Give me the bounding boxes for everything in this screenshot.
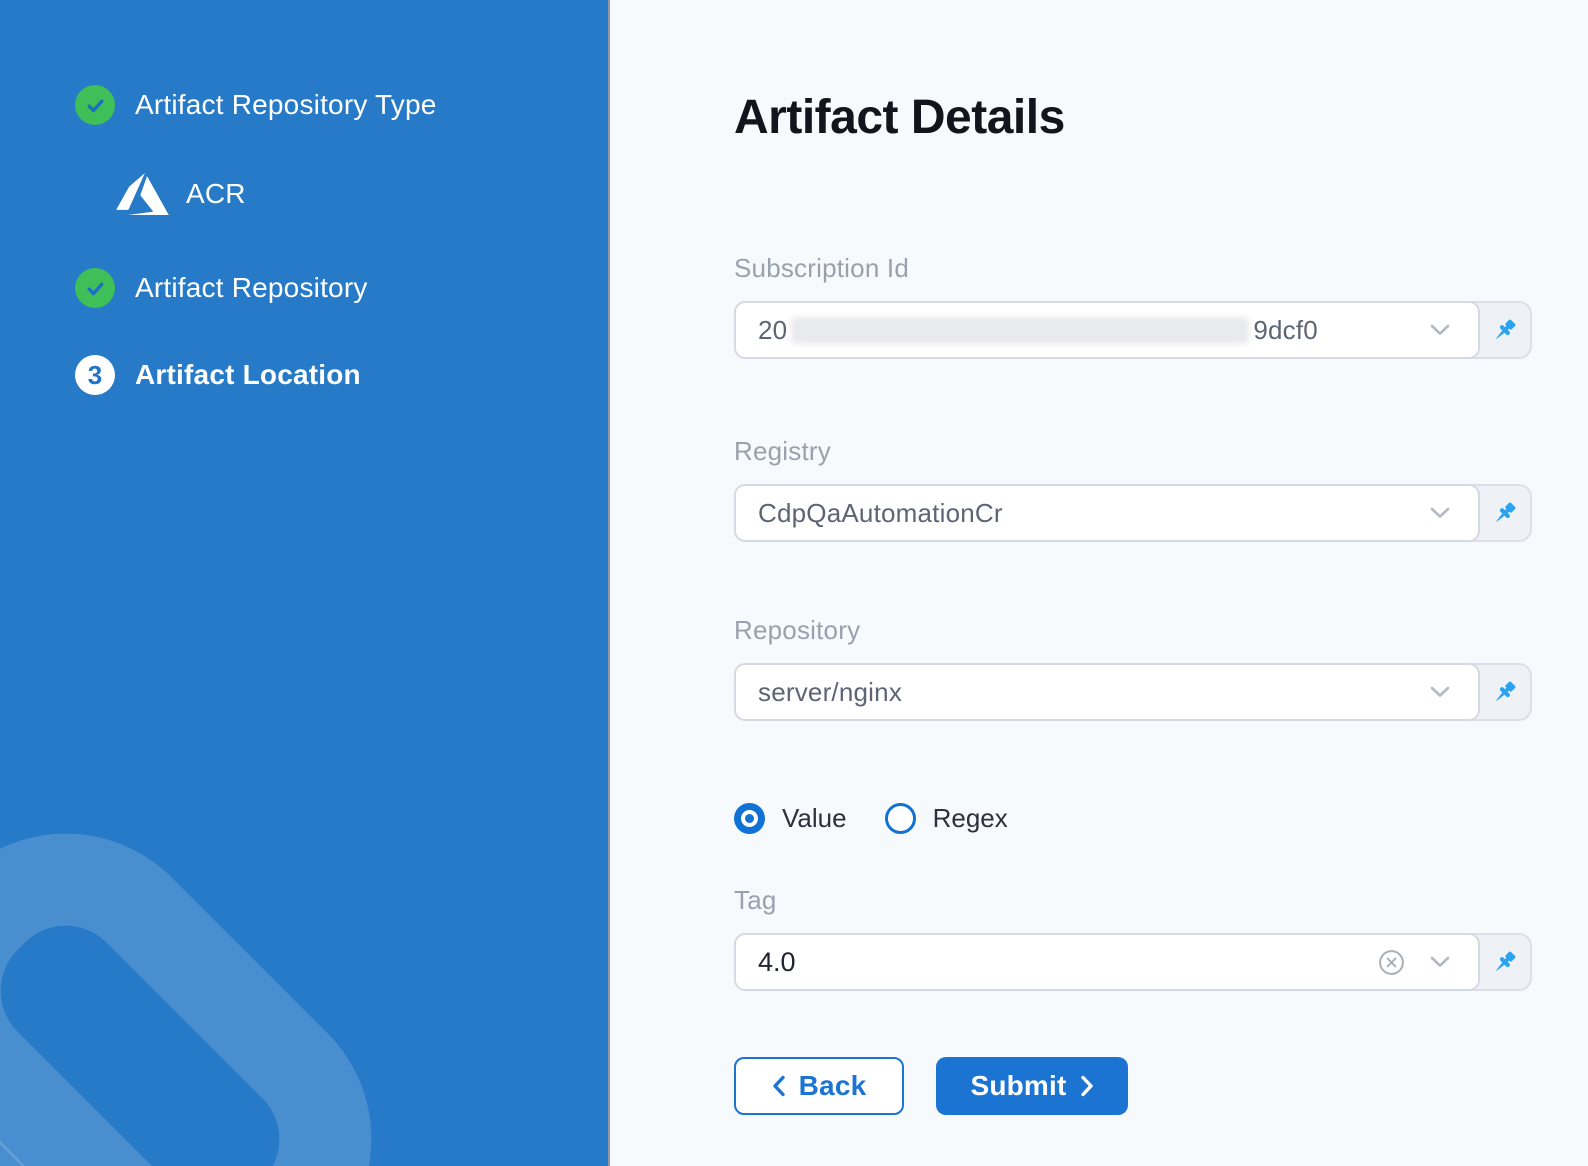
tag-combobox[interactable]: [734, 933, 1532, 991]
subscription-id-value-start: 20: [758, 315, 787, 346]
radio-regex-unselected[interactable]: [885, 803, 916, 834]
registry-label: Registry: [734, 435, 1532, 468]
registry-value: CdpQaAutomationCr: [758, 498, 1003, 529]
match-mode-radio-group: Value Regex: [734, 803, 1008, 834]
step-artifact-repository[interactable]: Artifact Repository: [75, 268, 368, 308]
back-button[interactable]: Back: [734, 1057, 904, 1115]
back-button-label: Back: [799, 1070, 867, 1102]
chevron-down-icon[interactable]: [1430, 686, 1456, 698]
subscription-id-value-box[interactable]: 20 9dcf0: [734, 301, 1480, 359]
registry-select[interactable]: CdpQaAutomationCr: [734, 484, 1532, 542]
subscription-id-group: Subscription Id 20 9dcf0: [734, 252, 1532, 359]
subscription-id-value-end: 9dcf0: [1253, 315, 1318, 346]
radio-value-label: Value: [782, 803, 847, 834]
registry-value-box[interactable]: CdpQaAutomationCr: [734, 484, 1480, 542]
selected-repo-type: ACR: [116, 172, 246, 216]
redacted-value-blur: [791, 317, 1249, 344]
wizard-sidebar: Artifact Repository Type ACR Artifact Re…: [0, 0, 610, 1166]
repo-type-label: ACR: [186, 178, 246, 210]
step-complete-check-icon: [75, 268, 115, 308]
registry-group: Registry CdpQaAutomationCr: [734, 435, 1532, 542]
submit-button-label: Submit: [970, 1070, 1066, 1102]
chevron-down-icon[interactable]: [1430, 324, 1456, 336]
repository-value: server/nginx: [758, 677, 902, 708]
step-number-badge: 3: [75, 355, 115, 395]
radio-regex-label: Regex: [933, 803, 1008, 834]
step-label: Artifact Repository: [135, 272, 368, 304]
pin-button[interactable]: [1478, 303, 1530, 357]
azure-icon: [116, 173, 169, 215]
chevron-right-icon: [1081, 1075, 1094, 1097]
step-label: Artifact Repository Type: [135, 89, 437, 121]
chevron-down-icon[interactable]: [1430, 507, 1456, 519]
tag-value-box[interactable]: [734, 933, 1480, 991]
tag-input[interactable]: [758, 947, 1378, 978]
tag-label: Tag: [734, 884, 1532, 917]
radio-value-selected[interactable]: [734, 803, 765, 834]
watermark-link-shape: [0, 772, 433, 1166]
subscription-id-label: Subscription Id: [734, 252, 1532, 285]
pin-button[interactable]: [1478, 665, 1530, 719]
chevron-left-icon: [772, 1075, 785, 1097]
chevron-down-icon[interactable]: [1430, 956, 1456, 968]
page-title: Artifact Details: [734, 92, 1065, 144]
repository-label: Repository: [734, 614, 1532, 647]
repository-value-box[interactable]: server/nginx: [734, 663, 1480, 721]
step-label: Artifact Location: [135, 359, 361, 391]
subscription-id-select[interactable]: 20 9dcf0: [734, 301, 1532, 359]
step-complete-check-icon: [75, 85, 115, 125]
pin-button[interactable]: [1478, 486, 1530, 540]
repository-select[interactable]: server/nginx: [734, 663, 1532, 721]
tag-group: Tag: [734, 884, 1532, 991]
step-artifact-repository-type[interactable]: Artifact Repository Type: [75, 85, 437, 125]
clear-icon[interactable]: [1378, 949, 1405, 976]
pin-button[interactable]: [1478, 935, 1530, 989]
submit-button[interactable]: Submit: [936, 1057, 1128, 1115]
repository-group: Repository server/nginx: [734, 614, 1532, 721]
step-artifact-location[interactable]: 3 Artifact Location: [75, 355, 361, 395]
artifact-details-panel: Artifact Details Subscription Id 20 9dcf…: [610, 0, 1588, 1166]
